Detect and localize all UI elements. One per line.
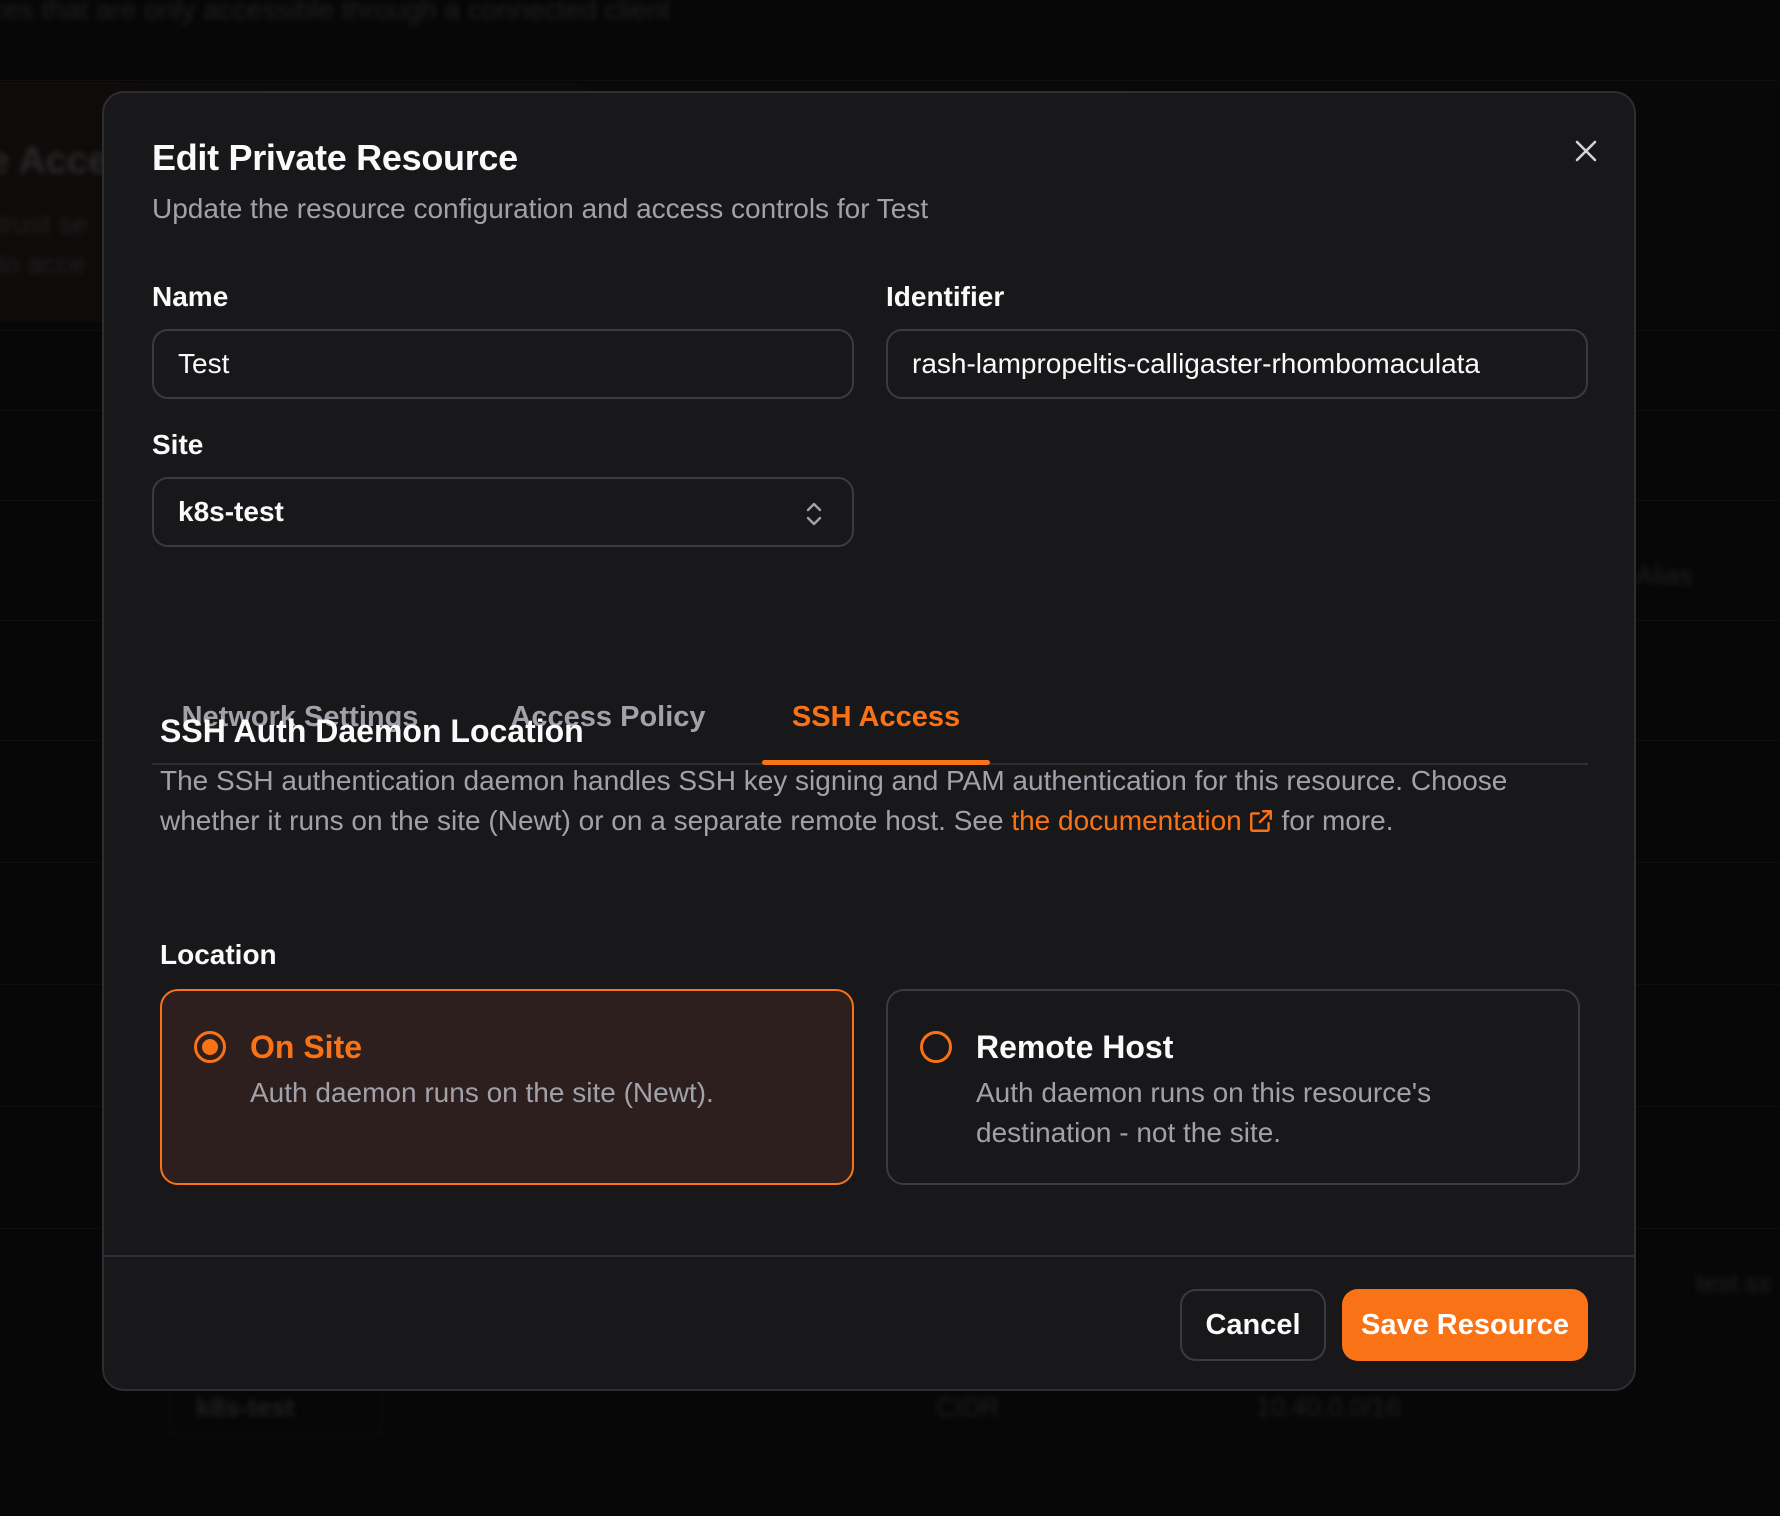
option-remote-host-title: Remote Host — [976, 1029, 1174, 1065]
documentation-link-text: the documentation — [1011, 805, 1242, 836]
option-on-site-description: Auth daemon runs on the site (Newt). — [250, 1077, 714, 1108]
dialog-title: Edit Private Resource — [152, 137, 518, 178]
save-resource-button[interactable]: Save Resource — [1342, 1289, 1588, 1361]
identifier-input-value: rash-lampropeltis-calligaster-rhombomacu… — [912, 348, 1480, 379]
external-link-icon — [1249, 810, 1272, 832]
tab-ssh-access[interactable]: SSH Access — [762, 671, 990, 765]
option-remote-host-description: Auth daemon runs on this resource's dest… — [976, 1077, 1432, 1148]
edit-resource-dialog: Edit Private Resource Update the resourc… — [102, 91, 1636, 1391]
ssh-section-title: SSH Auth Daemon Location — [160, 713, 584, 749]
name-input-value: Test — [178, 348, 230, 379]
site-label: Site — [152, 429, 204, 460]
radio-remote-host[interactable] — [920, 1031, 952, 1063]
ssh-desc-text-2: for more. — [1273, 805, 1394, 836]
location-label: Location — [160, 939, 277, 970]
option-on-site-title: On Site — [250, 1029, 363, 1065]
close-button[interactable] — [1564, 129, 1608, 173]
dialog-subtitle: Update the resource configuration and ac… — [152, 193, 929, 224]
name-input[interactable]: Test — [152, 329, 854, 399]
close-icon — [1575, 140, 1597, 162]
option-on-site[interactable]: On Site Auth daemon runs on the site (Ne… — [160, 989, 854, 1185]
identifier-input[interactable]: rash-lampropeltis-calligaster-rhombomacu… — [886, 329, 1588, 399]
footer-divider — [104, 1255, 1634, 1257]
radio-on-site[interactable] — [194, 1031, 226, 1063]
cancel-button[interactable]: Cancel — [1180, 1289, 1326, 1361]
documentation-link[interactable]: the documentation — [1011, 805, 1273, 836]
ssh-section-description: The SSH authentication daemon handles SS… — [160, 761, 1560, 841]
chevron-up-down-icon — [806, 502, 822, 526]
site-select[interactable]: k8s-test — [152, 477, 854, 547]
option-remote-host[interactable]: Remote Host Auth daemon runs on this res… — [886, 989, 1580, 1185]
name-label: Name — [152, 281, 229, 312]
identifier-label: Identifier — [886, 281, 1005, 312]
site-select-value: k8s-test — [178, 496, 284, 527]
